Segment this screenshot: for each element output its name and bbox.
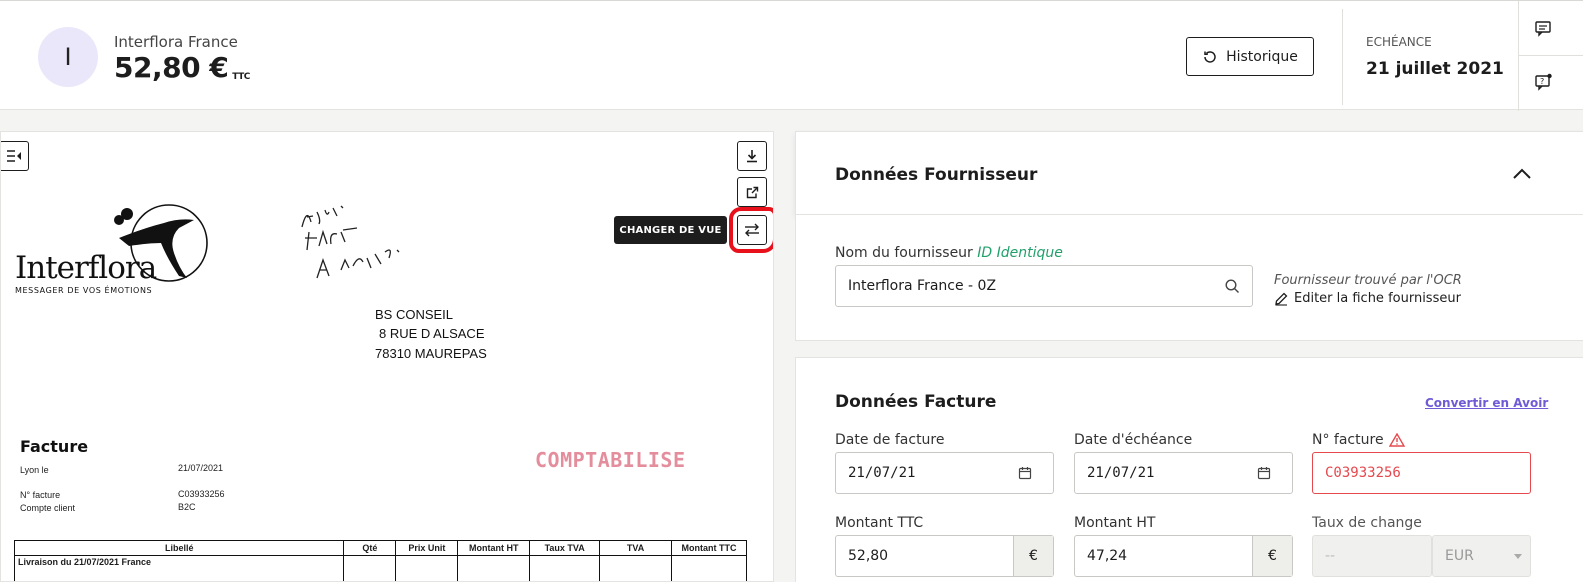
app-root: I Interflora France 52,80 € TTC Historiqu… bbox=[0, 0, 1583, 582]
amount-value: 52,80 € bbox=[114, 51, 229, 84]
invoice-date-value: 21/07/21 bbox=[848, 465, 916, 481]
rate-placeholder: -- bbox=[1325, 548, 1336, 564]
edit-supplier-link[interactable]: Editer la fiche fournisseur bbox=[1274, 291, 1461, 306]
comment-icon[interactable] bbox=[1534, 19, 1552, 37]
supplier-panel-body: Nom du fournisseur ID Identique Interflo… bbox=[795, 215, 1583, 341]
ttc-value: 52,80 bbox=[848, 548, 889, 564]
toggle-sidebar-button[interactable] bbox=[1, 141, 29, 171]
client-value: B2C bbox=[178, 502, 196, 512]
th-libelle: Libellé bbox=[13, 540, 345, 556]
th-tva: TVA bbox=[599, 540, 673, 556]
supplier-panel-header[interactable]: Données Fournisseur bbox=[795, 131, 1583, 215]
lyon-label: Lyon le bbox=[20, 465, 49, 475]
currency-value: EUR bbox=[1445, 548, 1474, 564]
avatar: I bbox=[38, 27, 98, 87]
invoice-no-input[interactable]: C03933256 bbox=[1312, 452, 1531, 494]
invoice-lines-table: Libellé Qté Prix Unit Montant HT Taux TV… bbox=[13, 540, 747, 581]
invoice-no-value: C03933256 bbox=[1325, 465, 1401, 481]
lyon-value: 21/07/2021 bbox=[178, 463, 224, 473]
ht-currency: € bbox=[1252, 536, 1292, 576]
supplier-name-label: Nom du fournisseur ID Identique bbox=[835, 245, 1063, 261]
supplier-name-label-text: Nom du fournisseur bbox=[835, 245, 973, 261]
ttc-label: Montant TTC bbox=[835, 515, 924, 531]
invoice-panel-title: Données Facture bbox=[835, 392, 997, 412]
caret-down-icon bbox=[1514, 553, 1522, 559]
due-date-label: Date d'échéance bbox=[1074, 432, 1193, 448]
invoice-no-label: N° facture bbox=[1312, 432, 1405, 448]
document-logo-text: Interflora bbox=[15, 250, 157, 286]
document-viewer: CHANGER DE VUE Interflora MESSAGER DE VO… bbox=[0, 131, 774, 582]
header-amount: 52,80 € TTC bbox=[114, 51, 250, 84]
convert-credit-note-link[interactable]: Convertir en Avoir bbox=[1425, 396, 1548, 410]
invoice-no-label-text: N° facture bbox=[1312, 432, 1384, 448]
calendar-icon bbox=[1018, 467, 1032, 480]
ht-input[interactable]: 47,24 € bbox=[1074, 535, 1293, 577]
ht-label: Montant HT bbox=[1074, 515, 1156, 531]
question-comment-icon[interactable]: ? bbox=[1534, 73, 1552, 91]
supplier-search-value: Interflora France - 0Z bbox=[848, 278, 997, 294]
accounted-stamp: COMPTABILISE bbox=[535, 448, 686, 472]
warning-icon bbox=[1388, 433, 1405, 447]
doc-invoice-no-label: N° facture bbox=[20, 490, 61, 500]
history-button[interactable]: Historique bbox=[1186, 37, 1314, 76]
supplier-panel-title: Données Fournisseur bbox=[835, 165, 1038, 185]
supplier-search-input[interactable]: Interflora France - 0Z bbox=[835, 265, 1253, 307]
svg-text:?: ? bbox=[1540, 77, 1544, 86]
due-date-input[interactable]: 21/07/21 bbox=[1074, 452, 1293, 494]
header-supplier-name: Interflora France bbox=[114, 33, 238, 51]
table-cell: Livraison du 21/07/2021 France bbox=[13, 555, 345, 570]
invoice-panel: Données Facture Convertir en Avoir Date … bbox=[795, 357, 1583, 582]
side-divider bbox=[1518, 1, 1519, 111]
pencil-icon bbox=[1275, 292, 1288, 306]
calendar-icon bbox=[1257, 467, 1271, 480]
amount-suffix: TTC bbox=[232, 72, 250, 82]
th-montant-ttc: Montant TTC bbox=[671, 540, 747, 556]
header: I Interflora France 52,80 € TTC Historiqu… bbox=[0, 0, 1583, 111]
download-icon bbox=[747, 150, 757, 163]
history-button-label: Historique bbox=[1226, 48, 1298, 65]
handwritten-note bbox=[301, 205, 400, 279]
invoice-date-label: Date de facture bbox=[835, 432, 945, 448]
currency-select[interactable]: EUR bbox=[1432, 535, 1531, 577]
th-prix-unit: Prix Unit bbox=[395, 540, 459, 556]
due-label: ECHÉANCE bbox=[1366, 35, 1432, 49]
rate-input[interactable]: -- bbox=[1312, 535, 1432, 577]
th-qte: Qté bbox=[343, 540, 397, 556]
address-line-1: BS CONSEIL bbox=[375, 307, 454, 322]
ttc-input[interactable]: 52,80 € bbox=[835, 535, 1054, 577]
address-line-3: 78310 MAUREPAS bbox=[375, 346, 487, 361]
change-view-tooltip: CHANGER DE VUE bbox=[614, 216, 727, 244]
download-button[interactable] bbox=[737, 141, 767, 171]
collapse-menu-icon bbox=[7, 150, 21, 162]
client-label: Compte client bbox=[20, 503, 76, 513]
doc-invoice-no-value: C03933256 bbox=[178, 489, 225, 499]
due-date-value: 21/07/21 bbox=[1087, 465, 1155, 481]
side-h-divider bbox=[1518, 55, 1583, 56]
table-row: Livraison du 21/07/2021 France bbox=[13, 555, 747, 570]
history-icon bbox=[1204, 50, 1216, 63]
header-divider bbox=[1342, 9, 1343, 105]
ocr-note: Fournisseur trouvé par l'OCR bbox=[1274, 273, 1462, 288]
invoice-date-input[interactable]: 21/07/21 bbox=[835, 452, 1054, 494]
document-logo-tagline: MESSAGER DE VOS ÉMOTIONS bbox=[15, 286, 153, 295]
ttc-currency: € bbox=[1013, 536, 1053, 576]
external-link-icon bbox=[746, 186, 758, 198]
search-icon bbox=[1224, 278, 1239, 293]
ht-value: 47,24 bbox=[1087, 548, 1128, 564]
th-taux-tva: Taux TVA bbox=[529, 540, 601, 556]
edit-supplier-label: Editer la fiche fournisseur bbox=[1294, 291, 1461, 306]
due-date: 21 juillet 2021 bbox=[1366, 59, 1504, 79]
chevron-up-icon[interactable] bbox=[1512, 168, 1532, 180]
open-external-button[interactable] bbox=[737, 177, 767, 207]
address-line-2: 8 RUE D ALSACE bbox=[379, 326, 485, 341]
th-montant-ht: Montant HT bbox=[457, 540, 531, 556]
id-match-tag: ID Identique bbox=[977, 245, 1063, 261]
document-title: Facture bbox=[20, 437, 89, 456]
highlight-annotation bbox=[729, 207, 773, 253]
rate-label: Taux de change bbox=[1312, 515, 1422, 531]
